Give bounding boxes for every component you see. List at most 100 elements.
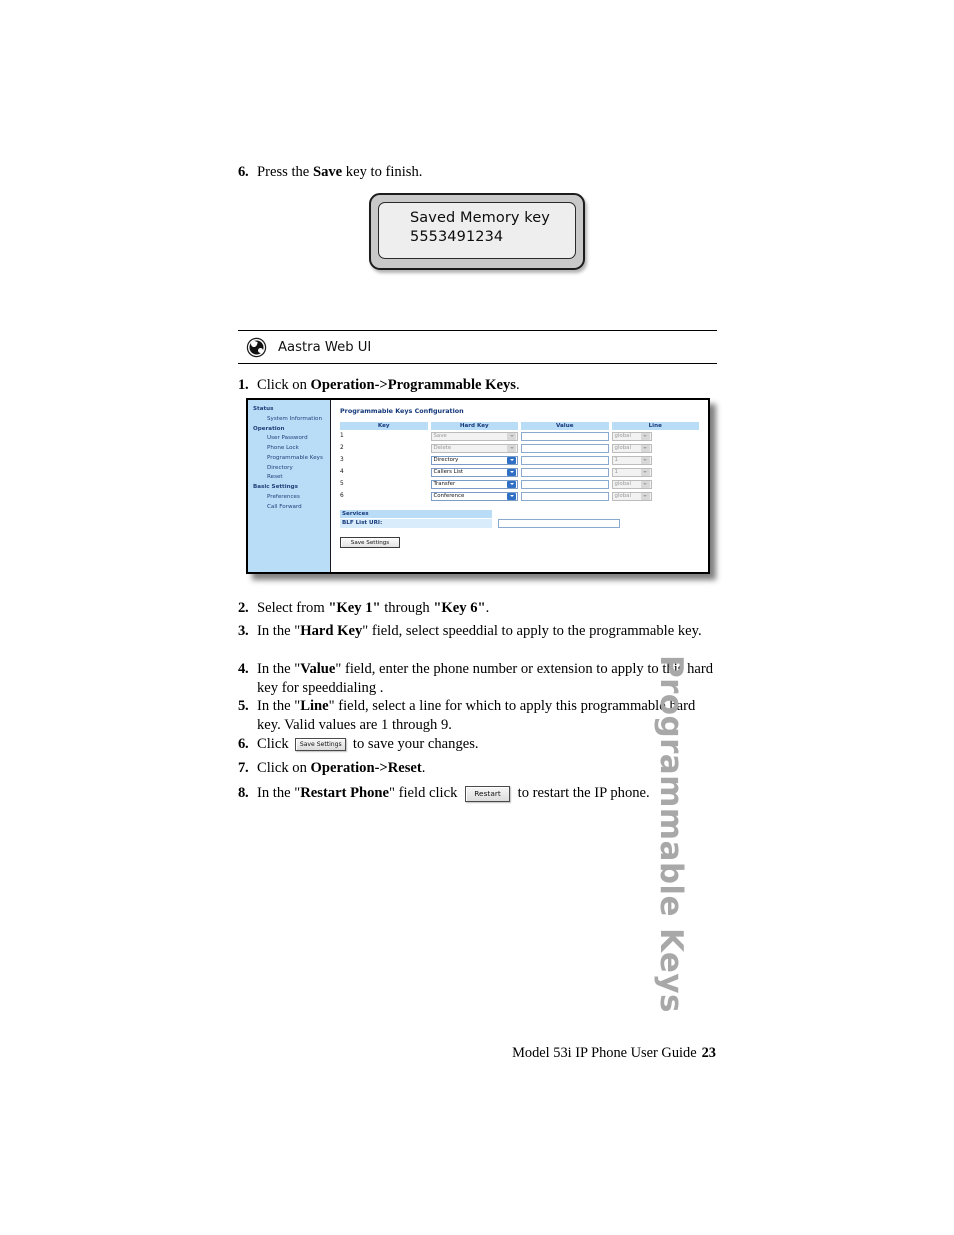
- step-text-part: .: [485, 600, 490, 616]
- save-settings-button[interactable]: Save Settings: [340, 537, 400, 548]
- phone-lcd-screen: Saved Memory key 5553491234: [378, 202, 576, 259]
- hard-key-value: Save: [433, 432, 447, 439]
- hard-key-value: Callers List: [433, 468, 464, 475]
- sidebar-header-status: Status: [253, 406, 274, 412]
- step-click-reset: 7. Click on Operation->Reset.: [238, 759, 716, 778]
- cell-value: [521, 454, 609, 466]
- chapter-side-tab: Programmable Keys: [653, 655, 689, 1013]
- cell-hard-key: Save: [430, 430, 518, 442]
- table-row: 4 Callers List 1: [340, 466, 699, 478]
- page-footer: Model 53i IP Phone User Guide 23: [0, 1045, 716, 1062]
- step-number: 3.: [238, 623, 249, 639]
- footer-title: Model 53i IP Phone User Guide: [512, 1045, 697, 1061]
- line-select[interactable]: global: [611, 491, 652, 501]
- chevron-down-icon: [507, 480, 516, 488]
- line-value: global: [614, 492, 631, 499]
- step-value-field: 4. In the "Value" field, enter the phone…: [238, 660, 716, 699]
- blf-list-uri-input[interactable]: [498, 519, 620, 528]
- cell-hard-key: Conference: [430, 490, 518, 502]
- chevron-down-icon: [640, 492, 650, 500]
- step-text: Press the Save key to finish.: [257, 163, 718, 182]
- step-press-save: 6. Press the Save key to finish.: [238, 163, 718, 182]
- hard-key-value: Delete: [433, 444, 452, 451]
- line-select[interactable]: 1: [611, 455, 652, 465]
- column-header-hard-key: Hard Key: [430, 422, 518, 430]
- cell-value: [521, 490, 609, 502]
- value-input[interactable]: [521, 443, 609, 453]
- sidebar-item-phone-lock[interactable]: Phone Lock: [253, 444, 330, 454]
- step-number: 6.: [238, 736, 249, 752]
- sidebar-item-preferences[interactable]: Preferences: [253, 493, 330, 503]
- web-ui-screenshot: Status System Information Operation User…: [246, 398, 716, 580]
- hard-key-select[interactable]: Delete: [430, 443, 518, 453]
- column-header-line: Line: [611, 422, 699, 430]
- step-text-after: .: [515, 377, 520, 393]
- web-ui-sidebar: Status System Information Operation User…: [248, 400, 331, 572]
- value-input[interactable]: [521, 431, 609, 441]
- cell-value: [521, 442, 609, 454]
- value-input[interactable]: [521, 467, 609, 477]
- line-select[interactable]: global: [611, 431, 652, 441]
- step-text-bold: Save: [312, 164, 343, 180]
- save-settings-inline-button[interactable]: Save Settings: [295, 738, 347, 752]
- cell-line: global: [611, 442, 700, 454]
- hard-key-select[interactable]: Transfer: [430, 479, 518, 489]
- step-text-bold: Operation->Programmable Keys: [310, 377, 516, 393]
- step-text: In the "Line" field, select a line for w…: [257, 697, 716, 736]
- sidebar-item-reset[interactable]: Reset: [253, 473, 330, 483]
- step-text: Click Save Settings to save your changes…: [257, 735, 716, 754]
- hard-key-select[interactable]: Callers List: [430, 467, 518, 477]
- table-header-row: Key Hard Key Value Line: [340, 422, 699, 430]
- step-text-bold: Value: [300, 661, 336, 677]
- step-text-bold: "Key 1": [328, 600, 381, 616]
- step-number: 2.: [238, 600, 249, 616]
- cell-line: 1: [611, 454, 700, 466]
- aastra-web-ui-label: Aastra Web UI: [278, 339, 372, 355]
- web-ui-content: Programmable Keys Configuration Key Hard…: [331, 400, 708, 572]
- cell-key: 6: [340, 493, 344, 499]
- sidebar-item-system-information[interactable]: System Information: [253, 415, 330, 425]
- value-input[interactable]: [521, 455, 609, 465]
- value-input[interactable]: [521, 479, 609, 489]
- chevron-down-icon: [640, 432, 650, 440]
- aastra-web-ui-band: Aastra Web UI: [238, 330, 717, 364]
- sidebar-item-call-forward[interactable]: Call Forward: [253, 503, 330, 513]
- restart-inline-button[interactable]: Restart: [465, 785, 511, 802]
- value-input[interactable]: [521, 491, 609, 501]
- sidebar-item-programmable-keys[interactable]: Programmable Keys: [253, 454, 330, 464]
- cell-key: 3: [340, 457, 344, 463]
- hard-key-select[interactable]: Directory: [430, 455, 518, 465]
- line-select[interactable]: global: [611, 443, 652, 453]
- step-text: In the "Value" field, enter the phone nu…: [257, 660, 716, 699]
- step-select-key-range: 2. Select from "Key 1" through "Key 6".: [238, 599, 718, 618]
- phone-lcd-display: Saved Memory key 5553491234: [369, 193, 585, 270]
- blf-list-uri-row: BLF List URI:: [340, 519, 699, 528]
- web-ui-window: Status System Information Operation User…: [246, 398, 710, 574]
- lcd-line-2: 5553491234: [410, 228, 504, 245]
- step-text-part: Select from: [257, 600, 329, 616]
- line-value: 1: [614, 456, 618, 463]
- cell-value: [521, 430, 609, 442]
- step-number: 1.: [238, 377, 249, 393]
- hard-key-select[interactable]: Conference: [430, 491, 518, 501]
- line-value: global: [614, 444, 631, 451]
- step-text-part: In the ": [257, 698, 301, 714]
- cell-line: global: [611, 430, 700, 442]
- line-select[interactable]: global: [611, 479, 652, 489]
- step-text-after: key to finish.: [342, 164, 423, 180]
- step-hard-key-field: 3. In the "Hard Key" field, select speed…: [238, 622, 716, 641]
- sidebar-item-directory[interactable]: Directory: [253, 464, 330, 474]
- chevron-down-icon: [640, 468, 650, 476]
- hard-key-select[interactable]: Save: [430, 431, 518, 441]
- step-text-part: to save your changes.: [349, 736, 479, 752]
- step-text: Click on Operation->Reset.: [257, 759, 716, 778]
- step-number: 4.: [238, 661, 249, 677]
- step-text-part: In the ": [257, 785, 301, 801]
- blf-list-uri-label: BLF List URI:: [340, 519, 492, 528]
- chevron-down-icon: [507, 444, 516, 452]
- step-text: Click on Operation->Programmable Keys.: [257, 376, 718, 395]
- sidebar-item-user-password[interactable]: User Password: [253, 434, 330, 444]
- cell-line: 1: [611, 466, 700, 478]
- cell-key: 4: [340, 469, 344, 475]
- line-select[interactable]: 1: [611, 467, 652, 477]
